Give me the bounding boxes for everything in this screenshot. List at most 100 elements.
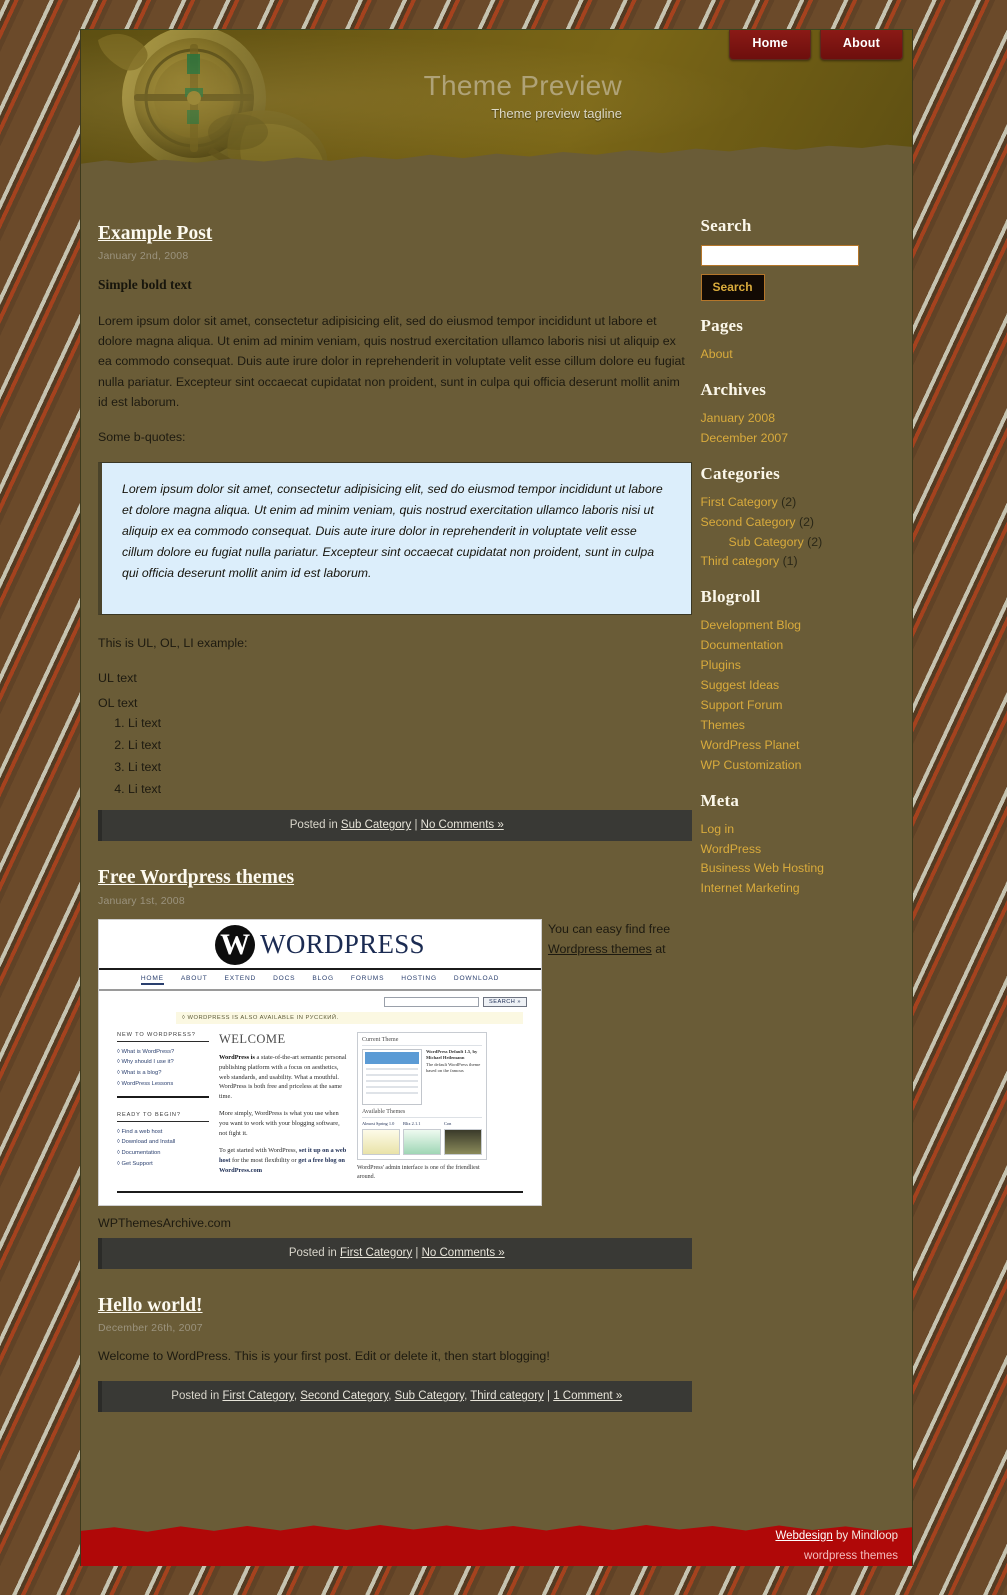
wp-left-heading-2: READY TO BEGIN? bbox=[117, 1112, 209, 1122]
wp-theme-thumbs: WordPress Default 1.5, by Michael Heilem… bbox=[362, 1048, 482, 1105]
pages-list: About bbox=[701, 345, 912, 365]
post-blockquote: Lorem ipsum dolor sit amet, consectetur … bbox=[98, 461, 692, 615]
wordpress-wordmark: WORDPRESS bbox=[260, 929, 425, 960]
post-free-wordpress-themes: Free Wordpress themes January 1st, 2008 … bbox=[98, 867, 692, 1269]
wp-mini-thumb bbox=[444, 1128, 482, 1155]
wp-theme-desc: WordPress Default 1.5, by Michael Heilem… bbox=[426, 1049, 482, 1105]
sidebar-item-january-2008[interactable]: January 2008 bbox=[701, 411, 776, 425]
bold-text: Simple bold text bbox=[98, 277, 192, 293]
post-date: December 26th, 2007 bbox=[98, 1322, 203, 1335]
wp-left-item: ◊ Why should I use it? bbox=[117, 1059, 174, 1066]
sidebar-item-second-category[interactable]: Second Category bbox=[701, 515, 796, 529]
post-meta-bar: Posted in First Category, Second Categor… bbox=[98, 1381, 692, 1413]
wp-left-item: ◊ Download and Install bbox=[117, 1139, 176, 1146]
sidebar-item-sub-category[interactable]: Sub Category bbox=[729, 535, 804, 549]
wp-nav-forums: FORUMS bbox=[350, 974, 385, 982]
footer-credit-secondary: wordpress themes bbox=[804, 1550, 898, 1562]
divider bbox=[117, 1095, 209, 1098]
post-title: Example Post bbox=[98, 223, 692, 244]
meta-category-link[interactable]: Sub Category bbox=[341, 819, 411, 831]
meta-category-link[interactable]: Third category bbox=[470, 1390, 544, 1402]
sidebar-item-suggest-ideas[interactable]: Suggest Ideas bbox=[701, 678, 780, 692]
sidebar-item-wordpress-planet[interactable]: WordPress Planet bbox=[701, 738, 800, 752]
wp-nav-home: HOME bbox=[140, 975, 164, 985]
list-item: First Category (2) bbox=[701, 493, 912, 513]
sidebar-item-business-web-hosting[interactable]: Business Web Hosting bbox=[701, 861, 825, 875]
sidebar-item-themes[interactable]: Themes bbox=[701, 718, 745, 732]
sidebar-item-first-category[interactable]: First Category bbox=[701, 495, 778, 509]
wp-logo-row: W WORDPRESS bbox=[99, 920, 541, 967]
blockquote-text: Lorem ipsum dolor sit amet, consectetur … bbox=[122, 481, 663, 581]
list-item: WP Customization bbox=[701, 756, 912, 776]
search-input[interactable] bbox=[700, 245, 859, 266]
sidebar-item-support-forum[interactable]: Support Forum bbox=[701, 698, 783, 712]
meta-category-link[interactable]: Sub Category bbox=[395, 1390, 464, 1402]
wp-left-item: ◊ Get Support bbox=[117, 1160, 153, 1167]
sidebar-heading-blogroll: Blogroll bbox=[700, 587, 761, 607]
sidebar-item-plugins[interactable]: Plugins bbox=[701, 658, 741, 672]
wordpress-themes-link[interactable]: Wordpress themes bbox=[548, 942, 652, 956]
sidebar: Search Search Pages About Archives Janua… bbox=[692, 185, 912, 1438]
meta-category-link[interactable]: Second Category bbox=[300, 1390, 388, 1402]
post-body: Welcome to WordPress. This is your first… bbox=[98, 1346, 692, 1366]
meta-prefix: Posted in bbox=[171, 1390, 220, 1403]
sidebar-item-about[interactable]: About bbox=[701, 347, 733, 361]
sidebar-item-internet-marketing[interactable]: Internet Marketing bbox=[701, 881, 800, 895]
post-title-link[interactable]: Example Post bbox=[98, 223, 212, 244]
wordpress-themes-footer-link[interactable]: wordpress themes bbox=[804, 1550, 898, 1562]
search-button[interactable]: Search bbox=[700, 274, 765, 301]
categories-list: First Category (2) Second Category (2) S… bbox=[701, 493, 912, 573]
list-item: Themes bbox=[701, 716, 912, 736]
sidebar-item-log-in[interactable]: Log in bbox=[701, 822, 735, 836]
wp-welcome-bold: WordPress is bbox=[219, 1053, 255, 1061]
ol-label: OL text bbox=[98, 696, 138, 711]
nav-item-about[interactable]: About bbox=[819, 30, 903, 60]
ordered-list: Li text Li text Li text Li text bbox=[98, 713, 692, 800]
sidebar-item-third-category[interactable]: Third category bbox=[701, 554, 780, 568]
post-date: January 1st, 2008 bbox=[98, 894, 185, 907]
sidebar-heading-categories: Categories bbox=[700, 463, 780, 483]
meta-separator: | bbox=[546, 1390, 550, 1403]
wp-welcome-heading: WELCOME bbox=[219, 1031, 286, 1046]
wp-nav-blog: BLOG bbox=[312, 974, 334, 982]
meta-separator: | bbox=[415, 1246, 419, 1259]
webdesign-link[interactable]: Webdesign bbox=[775, 1530, 832, 1542]
wp-available-themes: Available Themes Almost Spring 1.0 Blix … bbox=[362, 1109, 482, 1155]
wp-nav-docs: DOCS bbox=[273, 974, 296, 982]
wp-nav-download: DOWNLOAD bbox=[453, 974, 500, 982]
footer-credit-rest: by Mindloop bbox=[832, 1530, 898, 1542]
meta-comments-link[interactable]: No Comments » bbox=[422, 1247, 505, 1259]
wp-nav-extend: EXTEND bbox=[224, 974, 257, 982]
meta-comments-link[interactable]: No Comments » bbox=[421, 819, 504, 831]
list-item: Support Forum bbox=[701, 696, 912, 716]
wp-left-item: ◊ Find a web host bbox=[117, 1128, 163, 1135]
meta-comments-link[interactable]: 1 Comment » bbox=[553, 1390, 622, 1402]
post-title-link[interactable]: Hello world! bbox=[98, 1295, 203, 1316]
sidebar-item-documentation[interactable]: Documentation bbox=[701, 638, 784, 652]
wp-right-column: Current Theme WordPress Default 1.5, by … bbox=[357, 1031, 487, 1183]
meta-list: Log in WordPress Business Web Hosting In… bbox=[701, 820, 912, 900]
sidebar-heading-meta: Meta bbox=[700, 790, 740, 810]
post-body: Simple bold text Lorem ipsum dolor sit a… bbox=[98, 274, 692, 800]
unordered-list: UL text bbox=[98, 668, 692, 690]
sidebar-item-development-blog[interactable]: Development Blog bbox=[701, 618, 801, 632]
list-item: Documentation bbox=[701, 636, 912, 656]
meta-category-link[interactable]: First Category bbox=[340, 1247, 412, 1259]
post-body: W WORDPRESS HOME ABOUT EXTEND DOCS BLOG … bbox=[98, 918, 692, 1230]
nav-item-home[interactable]: Home bbox=[729, 30, 811, 60]
sidebar-categories-widget: Categories First Category (2) Second Cat… bbox=[701, 464, 912, 573]
list-item: Third category (1) bbox=[701, 552, 912, 572]
list-item: Plugins bbox=[701, 656, 912, 676]
wp-welcome-p2: More simply, WordPress is what you use w… bbox=[219, 1110, 340, 1138]
sidebar-item-wordpress[interactable]: WordPress bbox=[701, 842, 762, 856]
sidebar-item-december-2007[interactable]: December 2007 bbox=[701, 431, 789, 445]
sidebar-item-wp-customization[interactable]: WP Customization bbox=[701, 758, 802, 772]
meta-category-link[interactable]: First Category bbox=[222, 1390, 293, 1402]
category-count: (2) bbox=[781, 494, 797, 509]
list-item: Development Blog bbox=[701, 616, 912, 636]
post-title-link[interactable]: Free Wordpress themes bbox=[98, 867, 294, 888]
post-example-post: Example Post January 2nd, 2008 Simple bo… bbox=[98, 223, 692, 842]
wp-left-item: ◊ Documentation bbox=[117, 1150, 161, 1157]
list-item: December 2007 bbox=[701, 429, 912, 449]
wp-left-heading-1: NEW TO WORDPRESS? bbox=[117, 1032, 209, 1042]
